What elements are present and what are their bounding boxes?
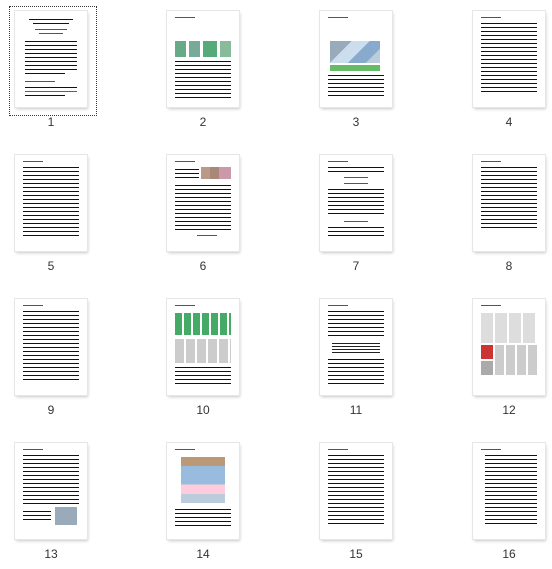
page-preview [320,299,392,395]
page-preview [167,11,239,107]
figure-block [201,167,231,179]
page-number-label: 10 [196,403,210,417]
figure-block [481,361,493,375]
page-preview [15,11,87,107]
figure-block [481,345,493,359]
page-thumbnail[interactable]: 9 [5,291,105,425]
page-thumbnail[interactable]: 8 [463,147,552,281]
page-number-label: 4 [505,115,513,129]
figure-block [481,313,537,343]
page-number-label: 7 [352,259,360,273]
page-thumbnail[interactable]: 1 [5,3,105,137]
figure-block [175,339,231,363]
figure-block [55,507,77,525]
page-preview [15,155,87,251]
figure-block [181,457,225,503]
page-preview [167,299,239,395]
page-thumbnail[interactable]: 13 [5,435,105,569]
page-thumbnail[interactable]: 6 [157,147,257,281]
page-thumbnail[interactable]: 16 [463,435,552,569]
page-preview [15,299,87,395]
page-number-label: 15 [349,547,363,561]
page-thumbnail[interactable]: 4 [463,3,552,137]
page-preview [167,155,239,251]
page-number-label: 3 [352,115,360,129]
page-preview [320,11,392,107]
page-preview [320,155,392,251]
figure-block [495,345,537,375]
page-number-label: 16 [502,547,516,561]
page-preview [473,155,545,251]
page-number-label: 5 [47,259,55,273]
table-block [332,343,380,353]
page-thumbnail-grid: 1 2 3 4 5 6 7 8 9 10 11 12 13 14 15 16 [0,0,552,567]
page-number-label: 12 [502,403,516,417]
page-thumbnail[interactable]: 11 [310,291,410,425]
page-thumbnail[interactable]: 7 [310,147,410,281]
page-number-label: 9 [47,403,55,417]
page-thumbnail[interactable]: 14 [157,435,257,569]
page-number-label: 2 [199,115,207,129]
page-thumbnail[interactable]: 15 [310,435,410,569]
figure-block [175,313,231,335]
figure-block [330,41,380,63]
figure-block [175,41,231,57]
page-number-label: 11 [349,403,363,417]
page-number-label: 1 [47,115,55,129]
page-number-label: 8 [505,259,513,273]
page-thumbnail[interactable]: 12 [463,291,552,425]
page-thumbnail[interactable]: 5 [5,147,105,281]
page-number-label: 6 [199,259,207,273]
page-thumbnail[interactable]: 3 [310,3,410,137]
figure-block [330,65,380,71]
page-preview [15,443,87,539]
page-preview [473,299,545,395]
page-preview [473,11,545,107]
page-thumbnail[interactable]: 2 [157,3,257,137]
page-number-label: 13 [44,547,58,561]
page-preview [320,443,392,539]
page-preview [167,443,239,539]
page-number-label: 14 [196,547,210,561]
page-thumbnail[interactable]: 10 [157,291,257,425]
page-preview [473,443,545,539]
